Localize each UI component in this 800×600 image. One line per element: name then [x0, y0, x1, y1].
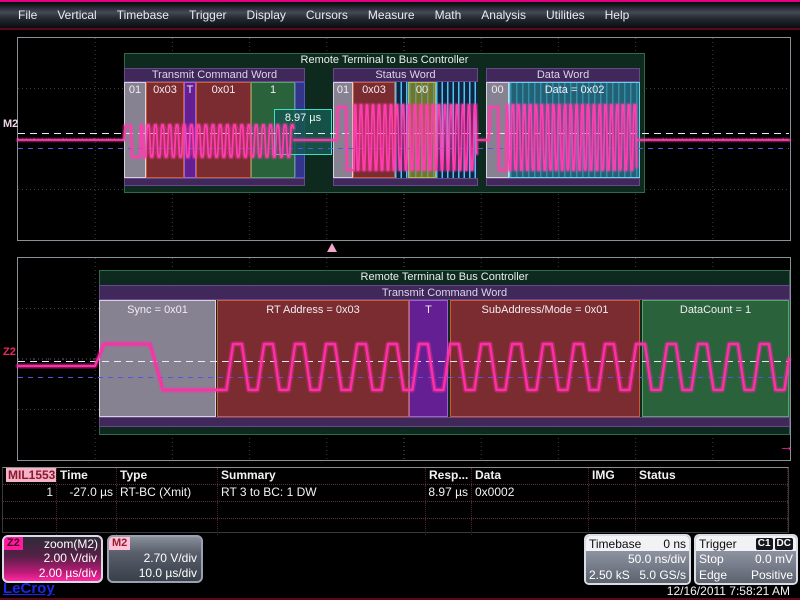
m2-tdiv: 10.0 µs/div	[109, 566, 201, 581]
m2-vdiv: 2.70 V/div	[109, 551, 201, 566]
menu-utilities[interactable]: Utilities	[536, 8, 595, 22]
menu-math[interactable]: Math	[425, 8, 472, 22]
menu-divider	[0, 28, 800, 30]
menu-measure[interactable]: Measure	[358, 8, 425, 22]
group-data-word: Data Word	[486, 68, 640, 82]
menu-file[interactable]: File	[8, 8, 47, 22]
timebase-offset: 0 ns	[663, 537, 686, 551]
table-row-empty[interactable]	[3, 502, 788, 519]
z2-channel-label[interactable]: Z2	[3, 346, 16, 358]
m2-channel-label[interactable]: M2	[3, 118, 18, 130]
menu-bar: File Vertical Timebase Trigger Display C…	[0, 2, 800, 28]
table-header-row: MIL1553 Time Type Summary Resp... Data I…	[3, 468, 788, 485]
z2-decode-title: Remote Terminal to Bus Controller	[99, 270, 790, 285]
col-time: Time	[57, 468, 117, 484]
timebase-panel[interactable]: Timebase 0 ns 50.0 ns/div 2.50 kS 5.0 GS…	[584, 534, 691, 585]
table-row-empty[interactable]	[3, 519, 788, 535]
decode-section: 00	[486, 82, 509, 178]
group-footer	[486, 178, 640, 186]
trigger-label: Trigger	[699, 537, 737, 551]
menu-help[interactable]: Help	[595, 8, 640, 22]
decode-section-datacount: DataCount = 1	[642, 300, 789, 417]
z2-tab[interactable]: Z2	[4, 537, 23, 550]
decode-section-subaddress: SubAddress/Mode = 0x01	[450, 300, 640, 417]
decode-section: 01	[333, 82, 353, 178]
decode-section: 01	[124, 82, 146, 178]
row-type: RT-BC (Xmit)	[117, 485, 218, 501]
trigger-source-badge: C1	[756, 538, 773, 550]
z2-title: zoom(M2)	[23, 537, 101, 551]
z2-decode-subtitle: Transmit Command Word	[99, 285, 790, 300]
row-status	[636, 485, 788, 501]
trigger-time-arrow-icon: →	[779, 438, 794, 455]
z2-descriptor-box[interactable]: Z2 zoom(M2) 2.00 V/div 2.00 µs/div	[2, 535, 103, 583]
row-summary: RT 3 to BC: 1 DW	[218, 485, 426, 501]
menu-display[interactable]: Display	[237, 8, 296, 22]
decode-section-rt-address: RT Address = 0x03	[217, 300, 409, 417]
trigger-position-icon[interactable]	[327, 243, 337, 252]
group-status-word: Status Word	[333, 68, 478, 82]
table-row[interactable]: 1 -27.0 µs RT-BC (Xmit) RT 3 to BC: 1 DW…	[3, 485, 788, 502]
oscilloscope-screen: File Vertical Timebase Trigger Display C…	[0, 0, 800, 600]
m2-decode-title: Remote Terminal to Bus Controller	[124, 53, 645, 68]
datetime: 12/16/2011 7:58:21 AM	[667, 584, 790, 598]
row-index: 1	[3, 485, 57, 501]
decode-section: Data = 0x02	[509, 82, 640, 178]
row-resp: 8.97 µs	[426, 485, 472, 501]
protocol-badge-cell: MIL1553	[3, 468, 57, 484]
z2-vdiv: 2.00 V/div	[4, 551, 101, 566]
row-data: 0x0002	[472, 485, 589, 501]
trigger-slope: Positive	[751, 567, 793, 583]
timebase-label: Timebase	[589, 537, 641, 551]
decode-section: 0x03	[353, 82, 395, 178]
decode-section-t: T	[409, 300, 448, 417]
menu-cursors[interactable]: Cursors	[296, 8, 358, 22]
decode-section	[395, 82, 408, 178]
trigger-level: 0.0 mV	[755, 551, 793, 567]
trigger-mode: Stop	[699, 551, 724, 567]
decode-section: 0x03	[146, 82, 184, 178]
col-status: Status	[636, 468, 788, 484]
decode-section: T	[184, 82, 196, 178]
group-transmit-command-word: Transmit Command Word	[124, 68, 305, 82]
m2-descriptor-box[interactable]: M2 2.70 V/div 10.0 µs/div	[107, 535, 203, 583]
menu-vertical[interactable]: Vertical	[47, 8, 106, 22]
m2-tab[interactable]: M2	[109, 537, 130, 550]
decode-table: MIL1553 Time Type Summary Resp... Data I…	[2, 467, 789, 533]
group-footer	[99, 417, 790, 427]
protocol-badge[interactable]: MIL1553	[6, 468, 57, 482]
row-img	[589, 485, 636, 501]
z2-tdiv: 2.00 µs/div	[4, 566, 101, 581]
menu-timebase[interactable]: Timebase	[107, 8, 179, 22]
timebase-rate: 5.0 GS/s	[639, 567, 686, 583]
decode-section: 0x01	[196, 82, 251, 178]
trigger-kind: Edge	[699, 567, 727, 583]
group-footer	[124, 178, 305, 186]
menu-analysis[interactable]: Analysis	[471, 8, 536, 22]
col-resp: Resp...	[426, 468, 472, 484]
decode-section	[436, 82, 478, 178]
trigger-panel[interactable]: Trigger C1 DC Stop 0.0 mV Edge Positive	[694, 534, 798, 585]
col-data: Data	[472, 468, 589, 484]
col-img: IMG	[589, 468, 636, 484]
col-type: Type	[117, 468, 218, 484]
timebase-samples: 2.50 kS	[589, 567, 630, 583]
menu-trigger[interactable]: Trigger	[179, 8, 237, 22]
decode-section-sync: Sync = 0x01	[99, 300, 216, 417]
group-footer	[333, 178, 478, 186]
response-time-annotation: 8.97 µs	[274, 109, 332, 155]
col-summary: Summary	[218, 468, 426, 484]
decode-section: 00	[408, 82, 436, 178]
trigger-coupling-badge: DC	[775, 538, 793, 550]
lecroy-logo: LeCroy	[3, 580, 55, 597]
row-time: -27.0 µs	[57, 485, 117, 501]
timebase-tdiv: 50.0 ns/div	[628, 551, 686, 567]
